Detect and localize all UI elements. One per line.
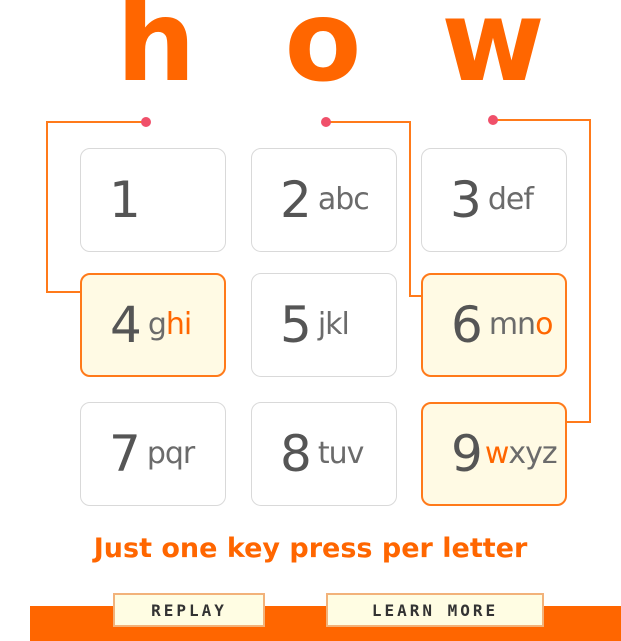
key-3[interactable]: 3 def xyxy=(421,148,567,252)
key-letters: ghi xyxy=(147,307,192,342)
key-digit: 7 xyxy=(109,425,141,483)
highlighted-letter: hi xyxy=(165,307,192,342)
tagline: Just one key press per letter xyxy=(93,533,528,564)
key-letters: wxyz xyxy=(484,436,558,471)
word-letter-o: o xyxy=(284,0,362,107)
key-digit: 8 xyxy=(280,425,312,483)
word-letter-h: h xyxy=(116,0,196,107)
key-digit: 6 xyxy=(451,296,483,354)
key-2[interactable]: 2 abc xyxy=(251,148,397,252)
learn-more-button[interactable]: LEARN MORE xyxy=(326,593,544,627)
key-digit: 9 xyxy=(451,425,483,483)
key-letters: def xyxy=(487,182,534,217)
key-digit: 3 xyxy=(450,171,482,229)
key-letters: tuv xyxy=(317,436,365,471)
replay-button[interactable]: REPLAY xyxy=(113,593,265,627)
connector-h-dot-top xyxy=(141,117,151,127)
word-letter-w: w xyxy=(441,0,544,107)
key-digit: 2 xyxy=(280,171,312,229)
key-digit: 1 xyxy=(109,171,141,229)
key-9-highlighted[interactable]: 9 wxyz xyxy=(421,402,567,506)
connector-w-dot-top xyxy=(488,115,498,125)
key-8[interactable]: 8 tuv xyxy=(251,402,397,506)
key-letters: pqr xyxy=(146,436,195,471)
key-4-highlighted[interactable]: 4 ghi xyxy=(80,273,226,377)
key-digit: 5 xyxy=(280,296,312,354)
highlighted-letter: o xyxy=(535,307,553,342)
key-7[interactable]: 7 pqr xyxy=(80,402,226,506)
key-letters: mno xyxy=(488,307,554,342)
key-1[interactable]: 1 xyxy=(80,148,226,252)
key-letters: jkl xyxy=(317,307,350,342)
key-6-highlighted[interactable]: 6 mno xyxy=(421,273,567,377)
key-letters: abc xyxy=(317,182,370,217)
highlighted-letter: w xyxy=(484,436,510,471)
connector-o-dot-top xyxy=(321,117,331,127)
key-digit: 4 xyxy=(110,296,142,354)
key-5[interactable]: 5 jkl xyxy=(251,273,397,377)
t9-demo-banner: h o w 1 2 abc 3 def 4 ghi 5 jkl 6 mno 7 … xyxy=(0,0,621,641)
